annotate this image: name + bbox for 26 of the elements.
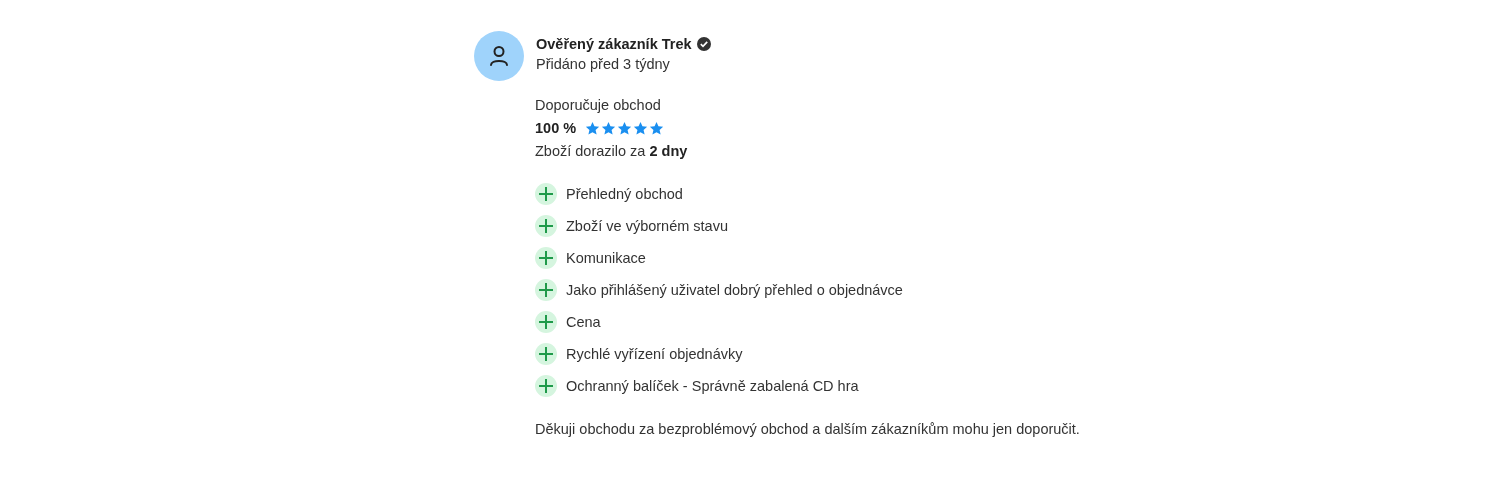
pro-item: Jako přihlášený uživatel dobrý přehled o objednávce bbox=[566, 282, 903, 298]
plus-icon bbox=[535, 215, 557, 237]
author-name: Ověřený zákazník Trek bbox=[536, 36, 692, 52]
plus-icon bbox=[535, 183, 557, 205]
plus-icon bbox=[535, 375, 557, 397]
star-icon bbox=[601, 120, 617, 136]
pro-item: Komunikace bbox=[566, 250, 646, 266]
delivery-text: Zboží dorazilo za 2 dny bbox=[535, 143, 689, 159]
review-comment: Děkuji obchodu za bezproblémový obchod a dalším zákazníkům mohu jen doporučit. bbox=[535, 421, 1081, 437]
plus-icon bbox=[535, 247, 557, 269]
plus-icon bbox=[535, 343, 557, 365]
pro-item: Cena bbox=[566, 314, 601, 330]
star-icon bbox=[585, 120, 601, 136]
user-icon bbox=[489, 45, 509, 67]
star-icon bbox=[633, 120, 649, 136]
pro-item: Ochranný balíček - Správně zabalená CD hra bbox=[566, 378, 859, 394]
recommends-label: Doporučuje obchod bbox=[535, 97, 662, 113]
added-date: Přidáno před 3 týdny bbox=[536, 56, 671, 72]
plus-icon bbox=[535, 279, 557, 301]
pro-item: Přehledný obchod bbox=[566, 186, 683, 202]
recommend-percent: 100 % bbox=[535, 120, 577, 136]
pro-item: Rychlé vyřízení objednávky bbox=[566, 346, 743, 362]
star-icon bbox=[649, 120, 665, 136]
pro-item: Zboží ve výborném stavu bbox=[566, 218, 728, 234]
star-icon bbox=[617, 120, 633, 136]
plus-icon bbox=[535, 311, 557, 333]
